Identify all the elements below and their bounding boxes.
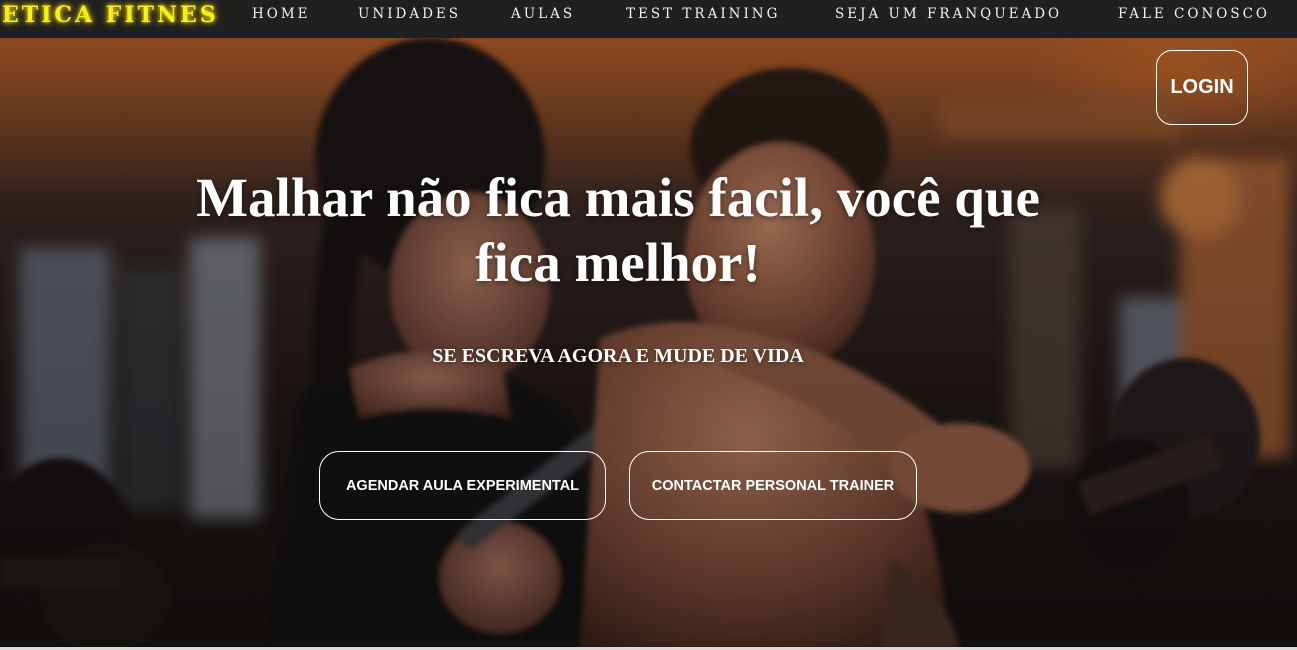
- page: ETICA FITNES HOME UNIDADES AULAS TEST TR…: [0, 0, 1297, 650]
- hero-section: LOGIN Malhar não fica mais facil, você q…: [0, 38, 1297, 650]
- nav-link-home[interactable]: HOME: [252, 5, 311, 23]
- nav-link-fale-conosco[interactable]: FALE CONOSCO: [1118, 5, 1270, 23]
- nav-link-test-training[interactable]: TEST TRAINING: [626, 5, 780, 23]
- login-button[interactable]: LOGIN: [1156, 50, 1248, 125]
- nav-link-aulas[interactable]: AULAS: [511, 5, 575, 23]
- contact-personal-trainer-button[interactable]: CONTACTAR PERSONAL TRAINER: [629, 451, 917, 520]
- nav-link-unidades[interactable]: UNIDADES: [358, 5, 461, 23]
- hero-headline: Malhar não fica mais facil, você que fic…: [196, 167, 1040, 293]
- hero-subtitle: SE ESCREVA AGORA E MUDE DE VIDA: [432, 345, 804, 367]
- schedule-trial-class-button[interactable]: AGENDAR AULA EXPERIMENTAL: [319, 451, 606, 520]
- top-navbar: ETICA FITNES HOME UNIDADES AULAS TEST TR…: [0, 0, 1297, 38]
- brand-logo[interactable]: ETICA FITNES: [2, 1, 219, 29]
- nav-link-franqueado[interactable]: SEJA UM FRANQUEADO: [835, 5, 1062, 23]
